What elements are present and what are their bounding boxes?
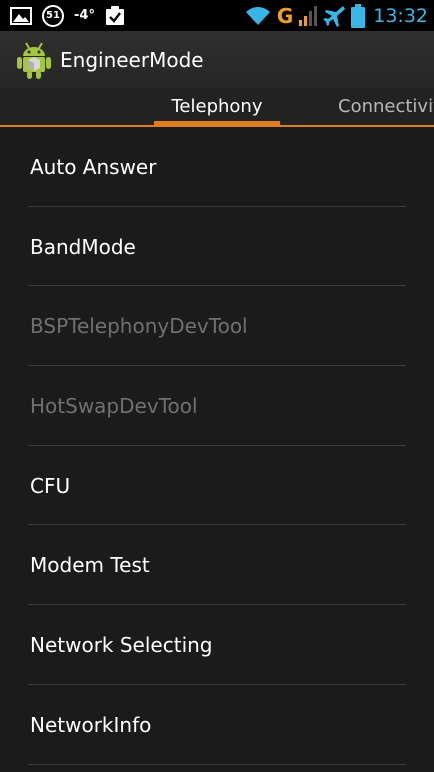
divider <box>28 763 406 765</box>
clock: 13:32 <box>373 4 428 27</box>
temperature-readout: -4° <box>74 8 95 23</box>
list-item-label: NetworkInfo <box>30 712 152 737</box>
status-bar-left: 51 -4° <box>10 4 125 27</box>
list-item-network-selecting[interactable]: Network Selecting <box>0 605 434 685</box>
list-item-bandmode[interactable]: BandMode <box>0 207 434 287</box>
tab-bar: Telephony Connectivity <box>0 88 434 127</box>
list-item-label: BandMode <box>30 234 136 259</box>
network-type-indicator: G <box>276 3 294 28</box>
battery-icon <box>351 3 366 28</box>
app-title: EngineerMode <box>60 47 204 72</box>
list-item-label: BSPTelephonyDevTool <box>30 314 248 339</box>
tab-selected-indicator <box>154 121 280 125</box>
airplane-icon <box>323 5 346 27</box>
telephony-list: Auto Answer BandMode BSPTelephonyDevTool… <box>0 127 434 765</box>
status-bar-right: G 13:32 <box>245 3 428 28</box>
list-item-label: CFU <box>30 473 71 498</box>
list-item-modem-test[interactable]: Modem Test <box>0 525 434 606</box>
list-item-networkinfo[interactable]: NetworkInfo <box>0 685 434 765</box>
tab-telephony[interactable]: Telephony <box>154 88 280 125</box>
signal-icon <box>299 5 318 26</box>
tab-label: Telephony <box>171 96 263 117</box>
list-item-label: Network Selecting <box>30 632 213 657</box>
list-item-label: Modem Test <box>30 553 150 578</box>
list-item-label: HotSwapDevTool <box>30 393 198 418</box>
status-bar: 51 -4° G 13:32 <box>0 0 434 31</box>
list-item-label: Auto Answer <box>30 154 157 179</box>
tab-connectivity[interactable]: Connectivity <box>338 88 434 125</box>
gallery-icon <box>10 6 32 25</box>
android-app-icon[interactable] <box>16 40 52 80</box>
action-bar: EngineerMode <box>0 31 434 88</box>
list-item-cfu[interactable]: CFU <box>0 446 434 526</box>
list-item-auto-answer[interactable]: Auto Answer <box>0 127 434 207</box>
badge-icon: 51 <box>42 4 64 27</box>
list-item-hotswap-dev-tool: HotSwapDevTool <box>0 366 434 446</box>
wifi-icon <box>245 6 271 26</box>
list-item-bsp-telephony-dev-tool: BSPTelephonyDevTool <box>0 286 434 367</box>
clipboard-check-icon <box>105 5 125 26</box>
tab-label: Connectivity <box>338 96 434 117</box>
